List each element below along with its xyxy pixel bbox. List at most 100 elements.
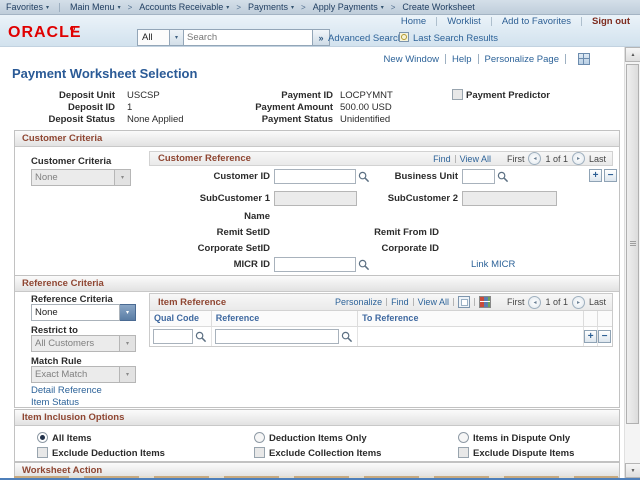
breadcrumb-accounts-receivable[interactable]: Accounts Receivable ▾ (139, 2, 229, 12)
breadcrumb-favorites[interactable]: Favorites ▾ (6, 2, 49, 12)
breadcrumb-main-menu[interactable]: Main Menu ▾ (70, 2, 121, 12)
view-all-link[interactable]: View All (418, 297, 449, 307)
to-reference-column-header: To Reference (358, 311, 584, 326)
qual-code-lookup-icon[interactable] (195, 330, 207, 342)
sign-out-link[interactable]: Sign out (592, 16, 630, 27)
last-search-results-link[interactable]: Last Search Results (413, 33, 498, 44)
registered-mark-icon (70, 26, 75, 31)
qual-code-input[interactable] (153, 329, 193, 344)
subcustomer2-label: SubCustomer 2 (351, 193, 458, 204)
scroll-down-icon[interactable]: ▼ (625, 463, 640, 478)
detail-reference-link[interactable]: Detail Reference (31, 385, 102, 396)
previous-row-icon[interactable]: ◂ (528, 152, 541, 165)
breadcrumb-item-label: Accounts Receivable (139, 2, 223, 12)
to-reference-cell (358, 327, 584, 346)
remit-setid-label: Remit SetID (149, 227, 270, 238)
add-row-button[interactable]: + (589, 169, 602, 182)
scrollbar-thumb[interactable] (626, 64, 639, 424)
deposit-unit-label: Deposit Unit (40, 90, 115, 101)
chevron-down-icon: ▾ (120, 335, 136, 352)
exclude-deduction-items-label: Exclude Deduction Items (52, 448, 165, 459)
worksheet-action-title: Worksheet Action (22, 465, 102, 476)
last-search-results-icon (399, 32, 409, 42)
payment-predictor-label: Payment Predictor (466, 90, 550, 101)
breadcrumb-item-label: Payments (248, 2, 288, 12)
subcustomer2-input (462, 191, 557, 206)
new-window-link[interactable]: New Window (384, 54, 439, 65)
item-reference-nav: Personalize Find View All First ◂ 1 of 1… (335, 296, 606, 309)
worksheet-action-header: Worksheet Action (15, 463, 619, 477)
link-divider (455, 155, 456, 163)
next-row-icon[interactable]: ▸ (572, 296, 585, 309)
link-divider (413, 298, 414, 306)
scroll-up-icon[interactable]: ▲ (625, 47, 640, 62)
add-to-favorites-link[interactable]: Add to Favorites (502, 16, 571, 27)
breadcrumb-payments[interactable]: Payments ▾ (248, 2, 294, 12)
add-row-button[interactable]: + (584, 330, 597, 343)
chevron-down-icon: ▾ (115, 169, 131, 186)
search-bar: All ▾ » (137, 29, 330, 46)
help-link[interactable]: Help (452, 54, 472, 65)
business-unit-input[interactable] (462, 169, 495, 184)
link-divider (445, 54, 446, 64)
deposit-status-value: None Applied (127, 114, 184, 125)
search-input[interactable] (184, 29, 313, 46)
item-status-link[interactable]: Item Status (31, 397, 79, 408)
match-rule-select: Exact Match ▾ (31, 366, 136, 383)
reference-column-header: Reference (212, 311, 358, 326)
grid-row: + − (150, 327, 612, 346)
item-inclusion-header: Item Inclusion Options (15, 410, 619, 426)
view-all-columns-icon[interactable] (458, 296, 470, 308)
delete-row-button[interactable]: − (598, 330, 611, 343)
name-label: Name (149, 211, 270, 222)
item-reference-title: Item Reference (158, 297, 226, 308)
deduction-items-only-label: Deduction Items Only (269, 433, 367, 444)
home-link[interactable]: Home (401, 16, 426, 27)
customer-criteria-section: Customer Criteria Customer Criteria None… (14, 130, 620, 276)
exclude-collection-items-label: Exclude Collection Items (269, 448, 381, 459)
search-scope-select[interactable]: All (137, 29, 170, 46)
view-all-link[interactable]: View All (460, 154, 491, 164)
all-items-radio[interactable] (37, 432, 48, 443)
deposit-unit-value: USCSP (127, 90, 160, 101)
payment-amount-value: 500.00 USD (340, 102, 392, 113)
chevron-down-icon: ▾ (291, 4, 294, 11)
match-rule-select-value: Exact Match (31, 366, 120, 383)
customer-reference-nav: Find View All First ◂ 1 of 1 ▸ Last (433, 152, 606, 165)
row-count: 1 of 1 (545, 297, 568, 307)
delete-row-button[interactable]: − (604, 169, 617, 182)
micr-id-input[interactable] (274, 257, 356, 272)
next-row-icon[interactable]: ▸ (572, 152, 585, 165)
breadcrumb-separator-icon: > (301, 3, 306, 12)
deduction-items-only-radio[interactable] (254, 432, 265, 443)
search-scope-dropdown-icon[interactable]: ▾ (170, 29, 184, 46)
personalize-layout-icon[interactable] (578, 53, 590, 65)
reference-lookup-icon[interactable] (341, 330, 353, 342)
download-grid-icon[interactable] (479, 296, 491, 308)
personalize-page-link[interactable]: Personalize Page (485, 54, 559, 65)
customer-id-input[interactable] (274, 169, 356, 184)
link-micr-link[interactable]: Link MICR (471, 259, 515, 270)
chevron-down-icon[interactable]: ▾ (120, 304, 136, 321)
customer-reference-title: Customer Reference (158, 153, 251, 164)
items-in-dispute-only-radio[interactable] (458, 432, 469, 443)
reference-criteria-select-value: None (31, 304, 120, 321)
worklist-link[interactable]: Worklist (447, 16, 481, 27)
breadcrumb-apply-payments[interactable]: Apply Payments ▾ (313, 2, 384, 12)
previous-row-icon[interactable]: ◂ (528, 296, 541, 309)
chevron-down-icon: ▾ (381, 4, 384, 11)
find-link[interactable]: Find (391, 297, 409, 307)
vertical-scrollbar[interactable]: ▲ ▼ (624, 47, 640, 478)
personalize-link[interactable]: Personalize (335, 297, 382, 307)
reference-criteria-select[interactable]: None ▾ (31, 304, 136, 321)
customer-reference-header: Customer Reference Find View All First ◂… (149, 151, 613, 166)
customer-id-label: Customer ID (149, 171, 270, 182)
customer-criteria-field-label: Customer Criteria (31, 156, 111, 167)
grid-column-headers: Qual Code Reference To Reference (150, 311, 612, 327)
find-link[interactable]: Find (433, 154, 451, 164)
advanced-search-link[interactable]: Advanced Search (328, 33, 403, 44)
link-divider (436, 17, 437, 26)
micr-id-lookup-icon[interactable] (358, 258, 370, 270)
reference-input[interactable] (215, 329, 339, 344)
business-unit-lookup-icon[interactable] (497, 170, 509, 182)
